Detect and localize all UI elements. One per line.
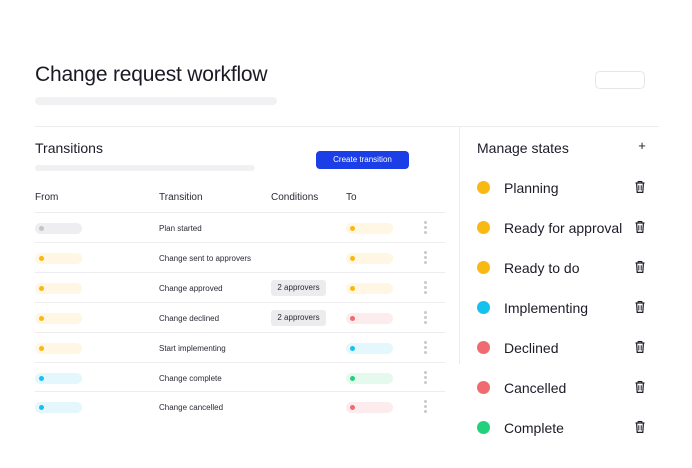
- from-state-pill: [35, 253, 82, 264]
- column-header-to: To: [346, 192, 357, 203]
- table-row[interactable]: Change sent to approvers: [35, 242, 445, 272]
- state-color-dot: [350, 405, 355, 410]
- state-color-dot: [350, 376, 355, 381]
- state-label: Declined: [504, 340, 559, 356]
- table-row[interactable]: Change approved 2 approvers: [35, 272, 445, 302]
- more-options-icon[interactable]: [423, 311, 428, 325]
- more-options-icon[interactable]: [423, 371, 428, 385]
- state-color-dot: [350, 226, 355, 231]
- transition-name: Change complete: [159, 374, 222, 383]
- state-color-dot: [39, 286, 44, 291]
- from-state-pill: [35, 283, 82, 294]
- state-label: Implementing: [504, 300, 589, 316]
- table-row[interactable]: Plan started: [35, 212, 445, 242]
- state-color-dot: [39, 316, 44, 321]
- trash-icon[interactable]: [634, 300, 646, 314]
- from-state-pill: [35, 373, 82, 384]
- state-color-dot: [350, 316, 355, 321]
- trash-icon[interactable]: [634, 260, 646, 274]
- trash-icon[interactable]: [634, 380, 646, 394]
- transition-name: Change approved: [159, 284, 223, 293]
- state-label: Ready for approval: [504, 220, 623, 236]
- state-item[interactable]: Complete: [477, 418, 657, 438]
- state-color-dot: [39, 346, 44, 351]
- conditions-badge[interactable]: 2 approvers: [271, 280, 326, 296]
- conditions-badge[interactable]: 2 approvers: [271, 310, 326, 326]
- transition-name: Plan started: [159, 224, 202, 233]
- from-state-pill: [35, 402, 82, 413]
- trash-icon[interactable]: [634, 180, 646, 194]
- page-title: Change request workflow: [35, 63, 268, 86]
- from-state-pill: [35, 223, 82, 234]
- state-color-dot: [477, 381, 490, 394]
- trash-icon[interactable]: [634, 420, 646, 434]
- state-label: Cancelled: [504, 380, 567, 396]
- from-state-pill: [35, 343, 82, 354]
- table-row[interactable]: Change complete: [35, 362, 445, 392]
- to-state-pill: [346, 402, 393, 413]
- state-color-dot: [39, 256, 44, 261]
- transition-name: Change declined: [159, 314, 220, 323]
- more-options-icon[interactable]: [423, 251, 428, 265]
- state-color-dot: [477, 341, 490, 354]
- title-placeholder-bar: [35, 97, 277, 105]
- state-item[interactable]: Ready for approval: [477, 218, 657, 238]
- state-item[interactable]: Planning: [477, 178, 657, 198]
- state-item[interactable]: Declined: [477, 338, 657, 358]
- state-color-dot: [477, 301, 490, 314]
- trash-icon[interactable]: [634, 220, 646, 234]
- transitions-placeholder-bar: [35, 165, 255, 171]
- to-state-pill: [346, 253, 393, 264]
- plus-icon[interactable]: +: [636, 138, 648, 154]
- trash-icon[interactable]: [634, 340, 646, 354]
- state-color-dot: [39, 226, 44, 231]
- state-color-dot: [477, 421, 490, 434]
- section-divider: [35, 126, 659, 127]
- transition-name: Start implementing: [159, 344, 226, 353]
- more-options-icon[interactable]: [423, 281, 428, 295]
- transition-name: Change sent to approvers: [159, 254, 252, 263]
- manage-states-title: Manage states: [477, 140, 569, 156]
- column-header-transition: Transition: [159, 192, 203, 203]
- to-state-pill: [346, 343, 393, 354]
- more-options-icon[interactable]: [423, 341, 428, 355]
- column-header-from: From: [35, 192, 59, 203]
- to-state-pill: [346, 313, 393, 324]
- state-color-dot: [350, 256, 355, 261]
- state-item[interactable]: Ready to do: [477, 258, 657, 278]
- state-item[interactable]: Cancelled: [477, 378, 657, 398]
- create-transition-button[interactable]: Create transition: [316, 151, 409, 169]
- to-state-pill: [346, 373, 393, 384]
- state-color-dot: [39, 405, 44, 410]
- to-state-pill: [346, 223, 393, 234]
- state-label: Planning: [504, 180, 559, 196]
- from-state-pill: [35, 313, 82, 324]
- table-row[interactable]: Change cancelled: [35, 391, 445, 421]
- state-color-dot: [350, 286, 355, 291]
- state-label: Complete: [504, 420, 564, 436]
- header-action-button[interactable]: [595, 71, 645, 89]
- state-color-dot: [350, 346, 355, 351]
- state-color-dot: [477, 261, 490, 274]
- state-item[interactable]: Implementing: [477, 298, 657, 318]
- state-label: Ready to do: [504, 260, 580, 276]
- more-options-icon[interactable]: [423, 400, 428, 414]
- state-color-dot: [477, 181, 490, 194]
- table-row[interactable]: Change declined 2 approvers: [35, 302, 445, 332]
- column-divider: [459, 127, 460, 364]
- transition-name: Change cancelled: [159, 403, 224, 412]
- state-color-dot: [39, 376, 44, 381]
- table-row[interactable]: Start implementing: [35, 332, 445, 362]
- more-options-icon[interactable]: [423, 221, 428, 235]
- state-color-dot: [477, 221, 490, 234]
- column-header-conditions: Conditions: [271, 192, 319, 203]
- to-state-pill: [346, 283, 393, 294]
- transitions-title: Transitions: [35, 140, 103, 156]
